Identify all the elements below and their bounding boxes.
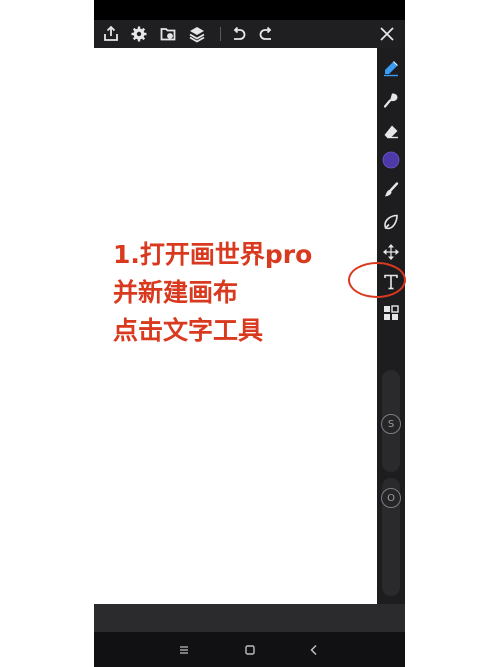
smudge-icon[interactable] — [379, 88, 403, 112]
close-icon[interactable] — [376, 23, 398, 45]
right-margin — [405, 0, 500, 667]
menu-icon[interactable] — [174, 640, 194, 660]
undo-icon[interactable] — [227, 23, 249, 45]
toolbar-divider — [220, 27, 221, 41]
share-icon[interactable] — [100, 23, 122, 45]
annotation-line-1: 1.打开画世界pro — [113, 240, 313, 269]
gallery-icon[interactable] — [157, 23, 179, 45]
system-nav-bar — [94, 632, 405, 667]
move-icon[interactable] — [379, 240, 403, 264]
settings-icon[interactable] — [128, 23, 150, 45]
lasso-icon[interactable] — [379, 210, 403, 234]
status-bar — [94, 0, 405, 20]
bottom-bar — [94, 604, 405, 632]
annotation-line-2: 并新建画布 — [113, 278, 239, 307]
more-tools-icon[interactable] — [379, 301, 403, 325]
tutorial-annotation: 1.打开画世界pro 并新建画布 点击文字工具 — [113, 236, 312, 350]
left-margin — [0, 0, 94, 667]
layers-icon[interactable] — [186, 23, 208, 45]
redo-icon[interactable] — [256, 23, 278, 45]
top-toolbar — [94, 20, 405, 48]
brush-size-handle[interactable]: S — [381, 414, 401, 434]
brush-set-icon[interactable] — [379, 178, 403, 202]
back-icon[interactable] — [304, 640, 324, 660]
pen-brush-icon[interactable] — [379, 56, 403, 80]
color-icon[interactable] — [379, 148, 403, 172]
eraser-icon[interactable] — [379, 120, 403, 144]
text-tool-highlight-circle — [348, 262, 406, 298]
opacity-handle[interactable]: O — [381, 488, 401, 508]
home-icon[interactable] — [240, 640, 260, 660]
side-toolbar: S O — [377, 48, 405, 604]
annotation-line-3: 点击文字工具 — [113, 316, 264, 345]
